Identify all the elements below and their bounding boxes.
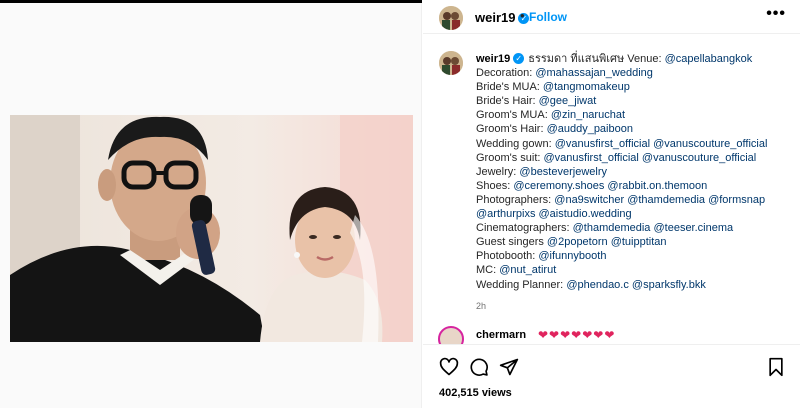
caption-label: Jewelry: bbox=[476, 165, 520, 178]
post-info-panel: weir19 ✓ • Follow ••• weir19 ✓ ธรรมดา ที่แส… bbox=[423, 0, 800, 408]
caption-line: Groom's suit: @vanusfirst_official @vanu… bbox=[476, 151, 791, 165]
commenter-avatar[interactable] bbox=[438, 326, 464, 346]
post-timestamp[interactable]: 2h bbox=[476, 301, 486, 311]
media-top-bar bbox=[0, 0, 422, 3]
caption-label: Guest singers bbox=[476, 236, 547, 249]
caption-mention-links[interactable]: @mahassajan_wedding bbox=[535, 67, 653, 79]
verified-badge-icon: ✓ bbox=[513, 53, 525, 64]
caption-mention-links[interactable]: @ceremony.shoes @rabbit.on.themoon bbox=[513, 180, 707, 192]
caption-line: Jewelry: @besteverjewelry bbox=[476, 165, 791, 179]
post-header: weir19 ✓ • Follow ••• bbox=[423, 0, 800, 34]
caption-line: Wedding gown: @vanusfirst_official @vanu… bbox=[476, 137, 791, 151]
caption-mention-links[interactable]: @2popetorn @tuipptitan bbox=[547, 236, 667, 248]
action-bar bbox=[423, 344, 800, 384]
comment-text: ❤❤❤❤❤❤❤ bbox=[538, 328, 616, 342]
caption-label: Cinematographers: bbox=[476, 222, 573, 235]
caption-line: Groom's MUA: @zin_naruchat bbox=[476, 108, 791, 122]
view-count: 402,515 views bbox=[439, 387, 512, 399]
caption-mention-links[interactable]: @ifunnybooth bbox=[538, 250, 606, 262]
caption-mention-links[interactable]: @vanusfirst_official @vanuscouture_offic… bbox=[555, 138, 768, 150]
caption-label: Bride's MUA: bbox=[476, 81, 543, 94]
bookmark-icon[interactable] bbox=[766, 357, 786, 377]
post-caption: weir19 ✓ ธรรมดา ที่แสนพิเศษ Venue: @capell… bbox=[476, 52, 791, 292]
caption-mention-links[interactable]: @na9switcher @thamdemedia @formsnap bbox=[554, 194, 765, 206]
caption-mention-links[interactable]: @besteverjewelry bbox=[519, 166, 607, 178]
caption-mention-links[interactable]: @zin_naruchat bbox=[551, 109, 625, 121]
caption-line: Bride's MUA: @tangmomakeup bbox=[476, 80, 791, 94]
caption-mention-links[interactable]: @auddy_paiboon bbox=[547, 123, 633, 135]
caption-line: weir19 ✓ ธรรมดา ที่แสนพิเศษ Venue: @capell… bbox=[476, 52, 791, 66]
follow-button[interactable]: Follow bbox=[529, 10, 567, 24]
commenter-username[interactable]: chermarn bbox=[476, 329, 526, 341]
caption-label: Wedding gown: bbox=[476, 137, 555, 150]
caption-label: Decoration: bbox=[476, 67, 536, 80]
caption-mention-links[interactable]: @gee_jiwat bbox=[539, 95, 597, 107]
caption-label: Shoes: bbox=[476, 179, 514, 192]
caption-label: Wedding Planner: bbox=[476, 278, 567, 291]
video-frame-image bbox=[10, 115, 413, 342]
caption-label: Photobooth: bbox=[476, 250, 539, 263]
caption-line: Cinematographers: @thamdemedia @teeser.c… bbox=[476, 221, 791, 235]
caption-label: MC: bbox=[476, 264, 500, 277]
author-avatar[interactable] bbox=[439, 6, 463, 30]
caption-line: Photographers: @na9switcher @thamdemedia… bbox=[476, 193, 791, 207]
caption-mention-links[interactable]: @arthurpixs @aistudio.wedding bbox=[476, 208, 632, 220]
caption-label: Groom's MUA: bbox=[476, 109, 551, 122]
caption-username[interactable]: weir19 bbox=[476, 53, 510, 65]
separator-dot: • bbox=[520, 8, 525, 23]
comment-item: chermarn ❤❤❤❤❤❤❤ bbox=[438, 326, 738, 346]
avatar-image bbox=[439, 51, 463, 75]
caption-line: Photobooth: @ifunnybooth bbox=[476, 249, 791, 263]
caption-mention-links[interactable]: @thamdemedia @teeser.cinema bbox=[573, 222, 734, 234]
post-media bbox=[0, 0, 422, 408]
author-username-text[interactable]: weir19 bbox=[475, 10, 515, 25]
more-options-icon[interactable]: ••• bbox=[766, 5, 786, 23]
caption-line: @arthurpixs @aistudio.wedding bbox=[476, 207, 791, 221]
caption-mention-links[interactable]: @vanusfirst_official @vanuscouture_offic… bbox=[544, 152, 757, 164]
caption-author-avatar[interactable] bbox=[439, 51, 463, 75]
comment-icon[interactable] bbox=[469, 357, 489, 377]
caption-label: Photographers: bbox=[476, 193, 555, 206]
caption-label: Bride's Hair: bbox=[476, 95, 539, 108]
caption-label: Groom's Hair: bbox=[476, 123, 547, 136]
caption-line: Groom's Hair: @auddy_paiboon bbox=[476, 122, 791, 136]
caption-mention-links[interactable]: @capellabangkok bbox=[665, 53, 753, 65]
caption-line: Decoration: @mahassajan_wedding bbox=[476, 66, 791, 80]
avatar-image bbox=[439, 6, 463, 30]
caption-line: Guest singers @2popetorn @tuipptitan bbox=[476, 235, 791, 249]
caption-mention-links[interactable]: @tangmomakeup bbox=[543, 81, 630, 93]
heart-icon[interactable] bbox=[439, 357, 459, 377]
caption-mention-links[interactable]: @nut_atirut bbox=[499, 264, 556, 276]
caption-line: MC: @nut_atirut bbox=[476, 263, 791, 277]
caption-label: ธรรมดา ที่แสนพิเศษ Venue: bbox=[528, 53, 665, 65]
caption-label: Groom's suit: bbox=[476, 151, 544, 164]
caption-line: Bride's Hair: @gee_jiwat bbox=[476, 94, 791, 108]
video-player[interactable] bbox=[10, 115, 413, 342]
caption-line: Wedding Planner: @phendao.c @sparksfly.b… bbox=[476, 278, 791, 292]
caption-line: Shoes: @ceremony.shoes @rabbit.on.themoo… bbox=[476, 179, 791, 193]
share-icon[interactable] bbox=[499, 357, 519, 377]
caption-mention-links[interactable]: @phendao.c @sparksfly.bkk bbox=[566, 279, 706, 291]
